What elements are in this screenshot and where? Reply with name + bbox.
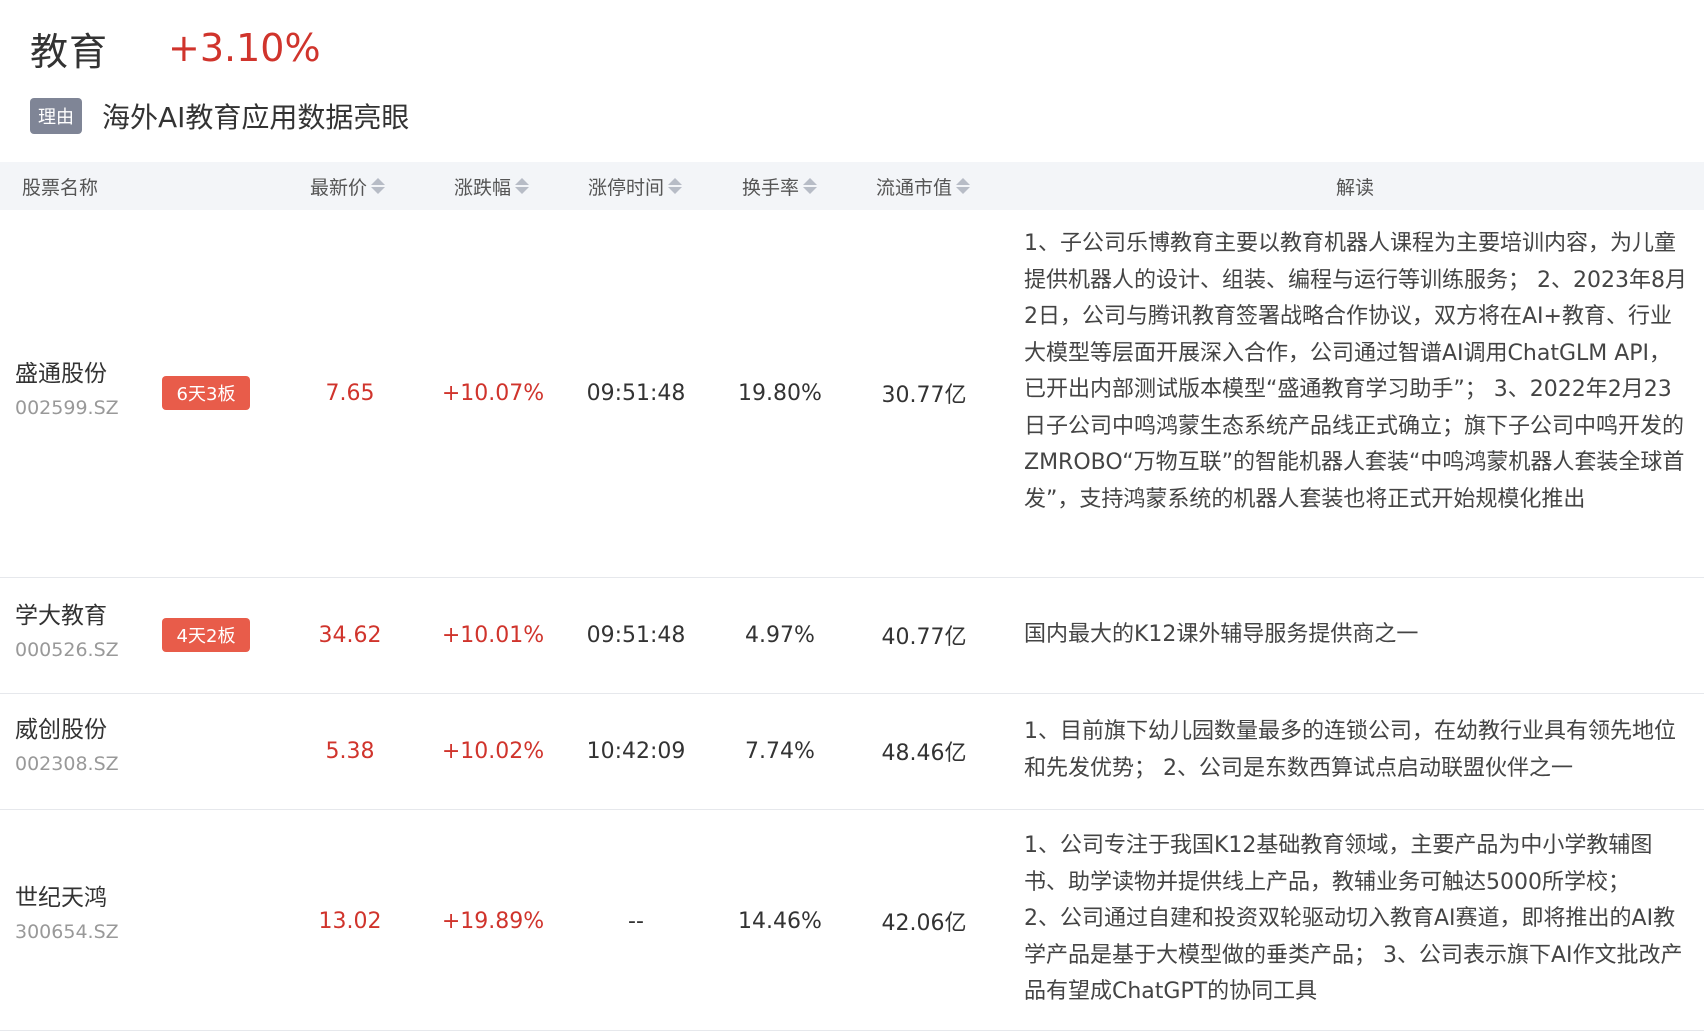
table-header: 股票名称 最新价 涨跌幅 涨停时间 换手率 流通市值 解读 (0, 162, 1704, 210)
col-header-price[interactable]: 最新价 (310, 162, 386, 210)
streak-badge: 6天3板 (162, 376, 250, 410)
turnover: 14.46% (738, 908, 822, 934)
col-header-limit-time[interactable]: 涨停时间 (588, 162, 683, 210)
analysis-text: 1、子公司乐博教育主要以教育机器人课程为主要培训内容，为儿童提供机器人的设计、组… (1024, 231, 1687, 512)
stock-name-block[interactable]: 威创股份 002308.SZ (15, 714, 119, 778)
stock-code: 000526.SZ (15, 639, 119, 661)
analysis-text: 国内最大的K12课外辅导服务提供商之一 (1024, 622, 1419, 647)
analysis-line: 1、公司专注于我国K12基础教育领域，主要产品为中小学教辅图书、助学读物并提供线… (1024, 833, 1653, 895)
stock-name[interactable]: 学大教育 (15, 600, 119, 632)
streak-badge: 4天2板 (162, 618, 250, 652)
market-cap: 40.77亿 (881, 625, 967, 650)
analysis-text: 1、目前旗下幼儿园数量最多的连锁公司，在幼教行业具有领先地位和先发优势； 2、公… (1024, 719, 1676, 781)
table-row[interactable]: 学大教育 000526.SZ 4天2板 34.62 +10.01% 09:51:… (0, 578, 1704, 694)
table-row[interactable]: 盛通股份 002599.SZ 6天3板 7.65 +10.07% 09:51:4… (0, 210, 1704, 578)
table-row[interactable]: 世纪天鸿 300654.SZ 13.02 +19.89% -- 14.46% 4… (0, 810, 1704, 1031)
reason-tag: 理由 (30, 98, 82, 134)
stock-name[interactable]: 盛通股份 (15, 358, 119, 390)
analysis-text: 1、公司专注于我国K12基础教育领域，主要产品为中小学教辅图书、助学读物并提供线… (1024, 828, 1692, 1011)
change-percent: +10.01% (441, 622, 545, 648)
stock-name-block[interactable]: 盛通股份 002599.SZ (15, 358, 119, 422)
analysis-line: 2、公司通过自建和投资双轮驱动切入教育AI赛道，即将推出的AI教学产品是基于大模… (1024, 906, 1683, 1004)
stock-name-block[interactable]: 学大教育 000526.SZ (15, 600, 119, 664)
market-cap: 48.46亿 (881, 741, 967, 766)
sector-header: 教育 +3.10% (30, 18, 321, 78)
sort-icon[interactable] (371, 178, 386, 194)
market-cap: 42.06亿 (881, 911, 967, 936)
limit-time: -- (628, 908, 644, 934)
col-header-analysis: 解读 (1336, 176, 1375, 199)
limit-time: 10:42:09 (586, 738, 686, 764)
sort-icon[interactable] (803, 178, 818, 194)
stock-code: 002599.SZ (15, 397, 119, 419)
reason-text: 海外AI教育应用数据亮眼 (102, 101, 410, 134)
stock-code: 300654.SZ (15, 921, 119, 943)
sector-name: 教育 (30, 29, 109, 74)
reason-row: 理由 海外AI教育应用数据亮眼 (30, 94, 409, 138)
col-header-turnover[interactable]: 换手率 (742, 162, 818, 210)
price: 34.62 (318, 622, 382, 648)
sort-icon[interactable] (956, 178, 971, 194)
sort-icon[interactable] (668, 178, 683, 194)
col-header-market-cap[interactable]: 流通市值 (876, 162, 971, 210)
turnover: 7.74% (745, 738, 815, 764)
market-cap: 30.77亿 (881, 383, 967, 408)
price: 13.02 (318, 908, 382, 934)
change-percent: +10.07% (441, 380, 545, 406)
col-header-change[interactable]: 涨跌幅 (454, 162, 530, 210)
table-row[interactable]: 威创股份 002308.SZ 5.38 +10.02% 10:42:09 7.7… (0, 694, 1704, 810)
stock-name-block[interactable]: 世纪天鸿 300654.SZ (15, 882, 119, 946)
sector-change: +3.10% (168, 26, 321, 70)
change-percent: +19.89% (441, 908, 545, 934)
col-header-name: 股票名称 (22, 176, 99, 199)
limit-time: 09:51:48 (586, 622, 686, 648)
sort-icon[interactable] (515, 178, 530, 194)
limit-time: 09:51:48 (586, 380, 686, 406)
price: 7.65 (325, 380, 375, 406)
stock-name[interactable]: 威创股份 (15, 714, 119, 746)
turnover: 19.80% (738, 380, 822, 406)
change-percent: +10.02% (441, 738, 545, 764)
stock-name[interactable]: 世纪天鸿 (15, 882, 119, 914)
price: 5.38 (325, 738, 375, 764)
stock-code: 002308.SZ (15, 753, 119, 775)
turnover: 4.97% (745, 622, 815, 648)
